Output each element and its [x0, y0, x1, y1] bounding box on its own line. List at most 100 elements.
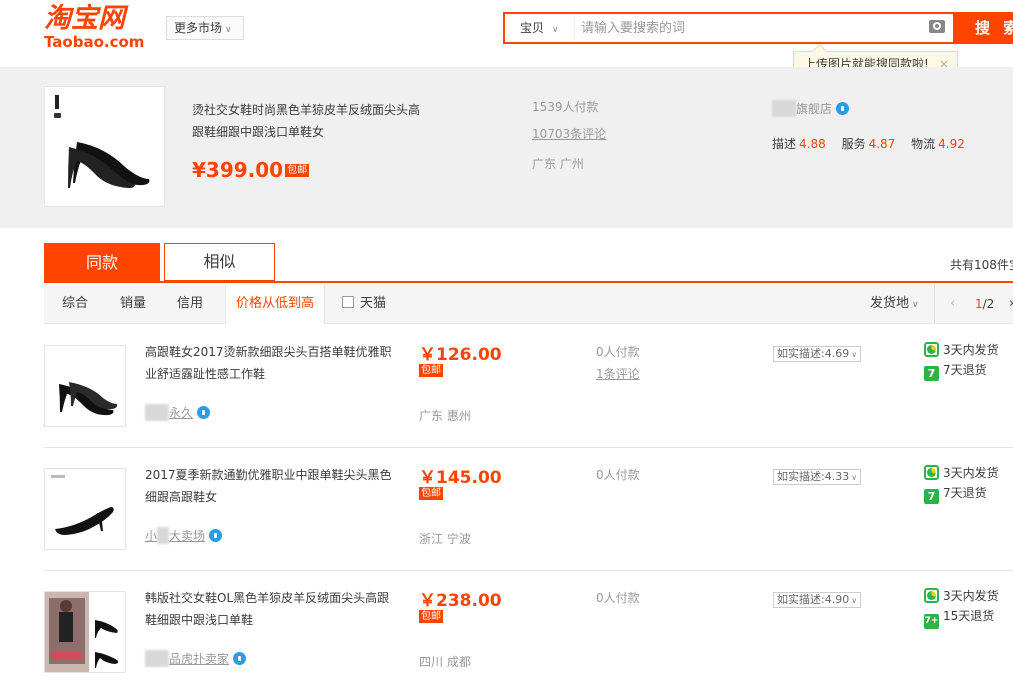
shoe-image	[54, 95, 150, 188]
chevron-down-icon: ∨	[912, 300, 919, 310]
camera-icon[interactable]	[929, 20, 945, 33]
sort-price-asc[interactable]: 价格从低到高	[225, 285, 326, 324]
return-icon: 7+	[924, 614, 939, 629]
return-icon: 7	[924, 489, 939, 504]
product-reviews-link[interactable]: 1条评论	[596, 365, 640, 382]
return-label: 15天退货	[943, 609, 995, 623]
pager-indicator: 1/2	[975, 285, 994, 323]
product-price: ￥145.00	[419, 468, 502, 488]
shop-name: 品虎扑卖家	[169, 652, 230, 666]
search-category-select[interactable]: 宝贝 ∨	[505, 14, 575, 42]
return-service: 7 7天退货	[924, 485, 987, 504]
product-shop-link[interactable]: 小店大卖场	[145, 527, 223, 544]
search-category-label: 宝贝	[520, 21, 545, 35]
product-sales: 0人付款	[596, 591, 640, 605]
pager-prev-icon[interactable]: ‹	[950, 285, 955, 323]
rating-value: 4.92	[938, 137, 965, 151]
tab-similar-item[interactable]: 相似	[164, 243, 275, 281]
product-title[interactable]: 2017夏季新款通勤优雅职业中跟单鞋尖头黑色细跟高跟鞋女	[145, 464, 395, 508]
product-shop-link[interactable]: 店店永久	[145, 404, 211, 421]
free-shipping-badge: 包邮	[419, 364, 443, 377]
description-rating-dropdown[interactable]: 如实描述:4.90 ∨	[773, 592, 862, 608]
chevron-down-icon: ∨	[225, 25, 232, 35]
wangwang-chat-icon[interactable]	[197, 406, 211, 419]
source-item-reviews-link[interactable]: 10703条评论	[532, 125, 606, 142]
ship-service: 3天内发货	[924, 588, 999, 604]
product-price: ￥238.00	[419, 591, 502, 611]
product-row: 2017夏季新款通勤优雅职业中跟单鞋尖头黑色细跟高跟鞋女 小店大卖场 ￥145.…	[44, 448, 1013, 571]
tmall-checkbox[interactable]	[342, 296, 354, 308]
ship-service: 3天内发货	[924, 342, 999, 358]
product-image[interactable]	[44, 345, 126, 427]
wangwang-chat-icon[interactable]	[836, 102, 850, 115]
price-value: ¥399.00	[192, 158, 284, 182]
wangwang-chat-icon[interactable]	[233, 652, 247, 665]
pager-total: /2	[982, 297, 995, 311]
product-title[interactable]: 韩版社交女鞋OL黑色羊猄皮羊反绒面尖头高跟鞋细跟中跟浅口单鞋	[145, 587, 395, 631]
product-photo	[45, 592, 119, 672]
more-markets-label: 更多市场	[174, 21, 223, 35]
ship-label: 3天内发货	[943, 466, 999, 480]
shop-name-blurred: 店店	[145, 404, 170, 421]
pager-divider	[934, 285, 935, 323]
taobao-logo[interactable]: 淘宝网 Taobao.com	[44, 4, 154, 52]
product-sales: 0人付款	[596, 468, 640, 482]
chevron-down-icon: ∨	[851, 473, 858, 482]
product-row: 韩版社交女鞋OL黑色羊猄皮羊反绒面尖头高跟鞋细跟中跟浅口单鞋 店店品虎扑卖家 ￥…	[44, 571, 1013, 686]
product-shop-link[interactable]: 店店品虎扑卖家	[145, 650, 247, 667]
sort-bar: 综合 销量 信用 价格从低到高 天猫 发货地∨ ‹ 1/2 ›	[44, 285, 1013, 324]
search-box: 宝贝 ∨	[503, 12, 955, 44]
origin-filter-dropdown[interactable]: 发货地 ∨	[870, 285, 919, 323]
product-location: 四川 成都	[419, 655, 471, 669]
product-location: 广东 惠州	[419, 409, 471, 423]
sort-credit[interactable]: 信用	[177, 285, 203, 323]
sort-comprehensive[interactable]: 综合	[62, 285, 88, 323]
pager-next-icon[interactable]: ›	[1009, 285, 1013, 323]
product-image[interactable]	[44, 591, 126, 673]
chevron-down-icon: ∨	[851, 350, 858, 359]
return-label: 7天退货	[943, 363, 987, 377]
tabs-underline	[44, 281, 1013, 283]
sort-sales[interactable]: 销量	[120, 285, 146, 323]
product-row: 高跟鞋女2017烫新款细跟尖头百搭单鞋优雅职业舒适露趾性感工作鞋 店店永久 ￥1…	[44, 325, 1013, 448]
product-title[interactable]: 高跟鞋女2017烫新款细跟尖头百搭单鞋优雅职业舒适露趾性感工作鞋	[145, 341, 395, 385]
rating-value: 4.88	[799, 137, 826, 151]
wangwang-chat-icon[interactable]	[209, 529, 223, 542]
pager-current: 1	[975, 297, 983, 311]
shoe-image	[59, 382, 118, 416]
product-location: 浙江 宁波	[419, 532, 471, 546]
tmall-label: 天猫	[360, 296, 387, 311]
free-shipping-badge: 包邮	[419, 610, 443, 623]
more-markets-dropdown[interactable]: 更多市场 ∨	[166, 16, 244, 40]
search-button[interactable]: 搜 索	[955, 12, 1013, 44]
ship-label: 3天内发货	[943, 343, 999, 357]
tab-same-item[interactable]: 同款	[44, 243, 160, 283]
source-item-price: ¥399.00 包邮	[192, 158, 310, 182]
shop-name: 旗舰店	[796, 102, 833, 116]
shop-name-blurred: 店店	[772, 100, 797, 117]
product-image[interactable]	[44, 468, 126, 550]
free-shipping-badge: 包邮	[285, 164, 310, 177]
return-label: 7天退货	[943, 486, 987, 500]
return-icon: 7	[924, 366, 939, 381]
source-item-title[interactable]: 烫社交女鞋时尚黑色羊猄皮羊反绒面尖头高跟鞋细跟中跟浅口单鞋女	[192, 99, 422, 143]
source-item-location: 广东 广州	[532, 157, 584, 171]
description-rating-dropdown[interactable]: 如实描述:4.69 ∨	[773, 346, 862, 362]
shop-ratings: 描述 4.88 服务 4.87 物流 4.92	[772, 135, 977, 152]
shop-name-blurred: 店店	[145, 650, 170, 667]
search-input[interactable]	[581, 14, 911, 42]
source-item-image[interactable]	[44, 86, 165, 207]
logo-text-en: Taobao.com	[44, 33, 145, 51]
shop-name-prefix: 小	[145, 529, 158, 543]
ship-label: 3天内发货	[943, 589, 999, 603]
rating-label: 物流	[911, 137, 936, 151]
return-service: 7+ 15天退货	[924, 608, 994, 629]
rating-value: 4.87	[868, 137, 896, 151]
shoe-image	[51, 475, 114, 535]
description-rating-dropdown[interactable]: 如实描述:4.33 ∨	[773, 469, 862, 485]
source-shop-link[interactable]: 店店旗舰店	[772, 100, 850, 117]
chevron-down-icon: ∨	[851, 596, 858, 605]
rating-text: 如实描述:4.90	[777, 593, 850, 606]
tmall-filter[interactable]: 天猫	[342, 285, 386, 323]
rating-text: 如实描述:4.33	[777, 470, 850, 483]
